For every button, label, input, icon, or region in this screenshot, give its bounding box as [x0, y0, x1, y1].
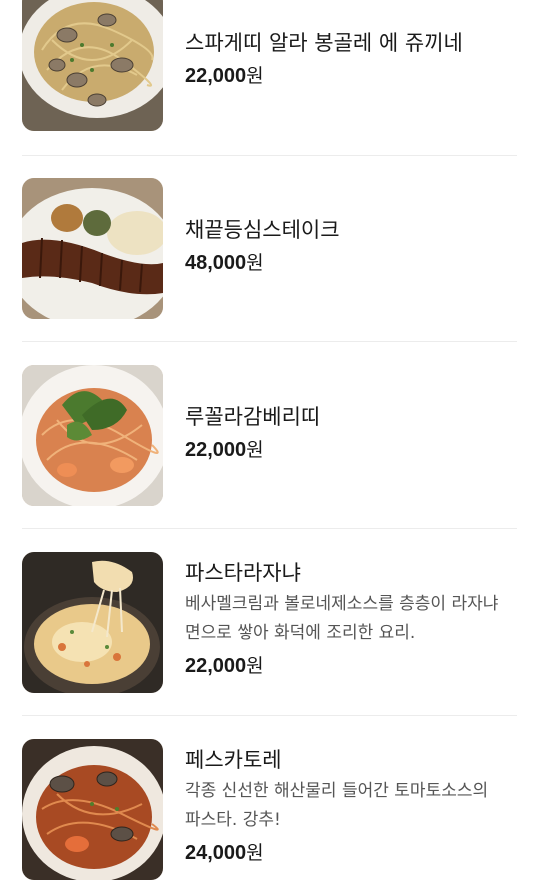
- menu-item-description: 각종 신선한 해산물리 들어간 토마토소스의 파스타. 강추!: [185, 781, 489, 830]
- menu-item-description: 베사멜크림과 볼로네제소스를 층층이 라자냐 면으로 쌓아 화덕에 조리한 요리…: [185, 594, 499, 643]
- lasagna-photo: [22, 552, 163, 693]
- menu-item[interactable]: 루꼴라감베리띠 22,000원: [0, 365, 539, 527]
- price-value: 22,000: [185, 655, 247, 677]
- menu-item[interactable]: 스파게띠 알라 봉골레 에 쥬끼네 22,000원: [0, 0, 539, 156]
- menu-item-price: 22,000원: [185, 62, 525, 90]
- menu-item-name: 파스타라자냐: [185, 561, 301, 585]
- menu-item[interactable]: 페스카토레 각종 신선한 해산물리 들어간 토마토소스의 파스타. 강추! 24…: [0, 739, 539, 880]
- arugula-shrimp-pasta-photo: [22, 365, 163, 506]
- seafood-tomato-pasta-photo: [22, 739, 163, 880]
- clam-pasta-photo: [22, 0, 163, 131]
- price-currency: 원: [246, 842, 264, 864]
- price-currency: 원: [246, 439, 264, 461]
- price-value: 22,000: [185, 65, 247, 87]
- price-currency: 원: [246, 65, 264, 87]
- price-value: 48,000: [185, 252, 247, 274]
- divider: [22, 155, 517, 156]
- divider: [22, 715, 517, 716]
- menu-item[interactable]: 파스타라자냐 베사멜크림과 볼로네제소스를 층층이 라자냐 면으로 쌓아 화덕에…: [0, 552, 539, 714]
- price-value: 24,000: [185, 842, 247, 864]
- price-value: 22,000: [185, 439, 247, 461]
- steak-photo: [22, 178, 163, 319]
- menu-item-name: 페스카토레: [185, 748, 282, 772]
- price-currency: 원: [246, 655, 264, 677]
- menu-item-price: 48,000원: [185, 249, 525, 277]
- menu-item-name: 루꼴라감베리띠: [185, 405, 321, 429]
- divider: [22, 341, 517, 342]
- menu-item[interactable]: 채끝등심스테이크 48,000원: [0, 178, 539, 340]
- price-currency: 원: [246, 252, 264, 274]
- menu-item-price: 22,000원: [185, 652, 525, 680]
- divider: [22, 528, 517, 529]
- menu-item-price: 24,000원: [185, 839, 525, 867]
- menu-item-name: 채끝등심스테이크: [185, 218, 340, 242]
- menu-item-name: 스파게띠 알라 봉골레 에 쥬끼네: [185, 31, 463, 55]
- menu-item-price: 22,000원: [185, 436, 525, 464]
